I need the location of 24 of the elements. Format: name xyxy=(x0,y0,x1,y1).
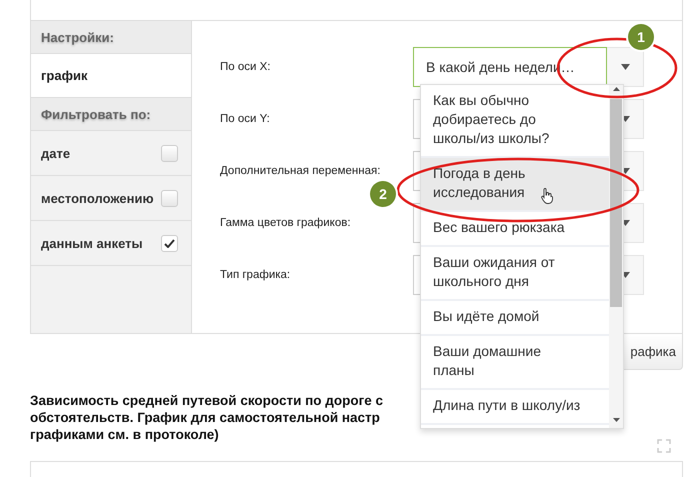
sidebar-heading: Фильтровать по: xyxy=(31,98,191,131)
scrollbar[interactable] xyxy=(609,85,623,428)
step-badge: 2 xyxy=(370,181,396,207)
setting-label: Тип графика: xyxy=(220,269,292,281)
hand-cursor-icon xyxy=(541,188,553,204)
sidebar-tab[interactable]: график xyxy=(31,54,191,98)
dropdown-option[interactable]: Погода в день исследования xyxy=(421,158,609,212)
scroll-down-icon[interactable] xyxy=(612,418,620,422)
setting-label: По оси X: xyxy=(220,61,272,73)
filter-label: дате xyxy=(41,146,70,160)
dropdown-toggle[interactable] xyxy=(607,47,644,87)
check-icon xyxy=(164,238,175,248)
filter-label: данным анкеты xyxy=(41,236,143,250)
setting-label: Гамма цветов графиков: xyxy=(220,217,352,229)
section-heading: Зависимость средней путевой скорости по дороге с обстоятельств. График для самостоятельной настр графиками см. в протоколе) xyxy=(30,392,383,443)
step-badge: 1 xyxy=(628,24,654,50)
setting-label: Дополнительная переменная: xyxy=(220,165,382,177)
filter-label: местоположению xyxy=(41,190,154,206)
checkbox[interactable] xyxy=(161,234,178,252)
sidebar-heading: Настройки: xyxy=(31,21,191,54)
checkbox[interactable] xyxy=(161,190,178,206)
setting-label: По оси Y: xyxy=(220,113,271,125)
caret-icon xyxy=(620,64,630,70)
checkbox[interactable] xyxy=(161,144,178,162)
